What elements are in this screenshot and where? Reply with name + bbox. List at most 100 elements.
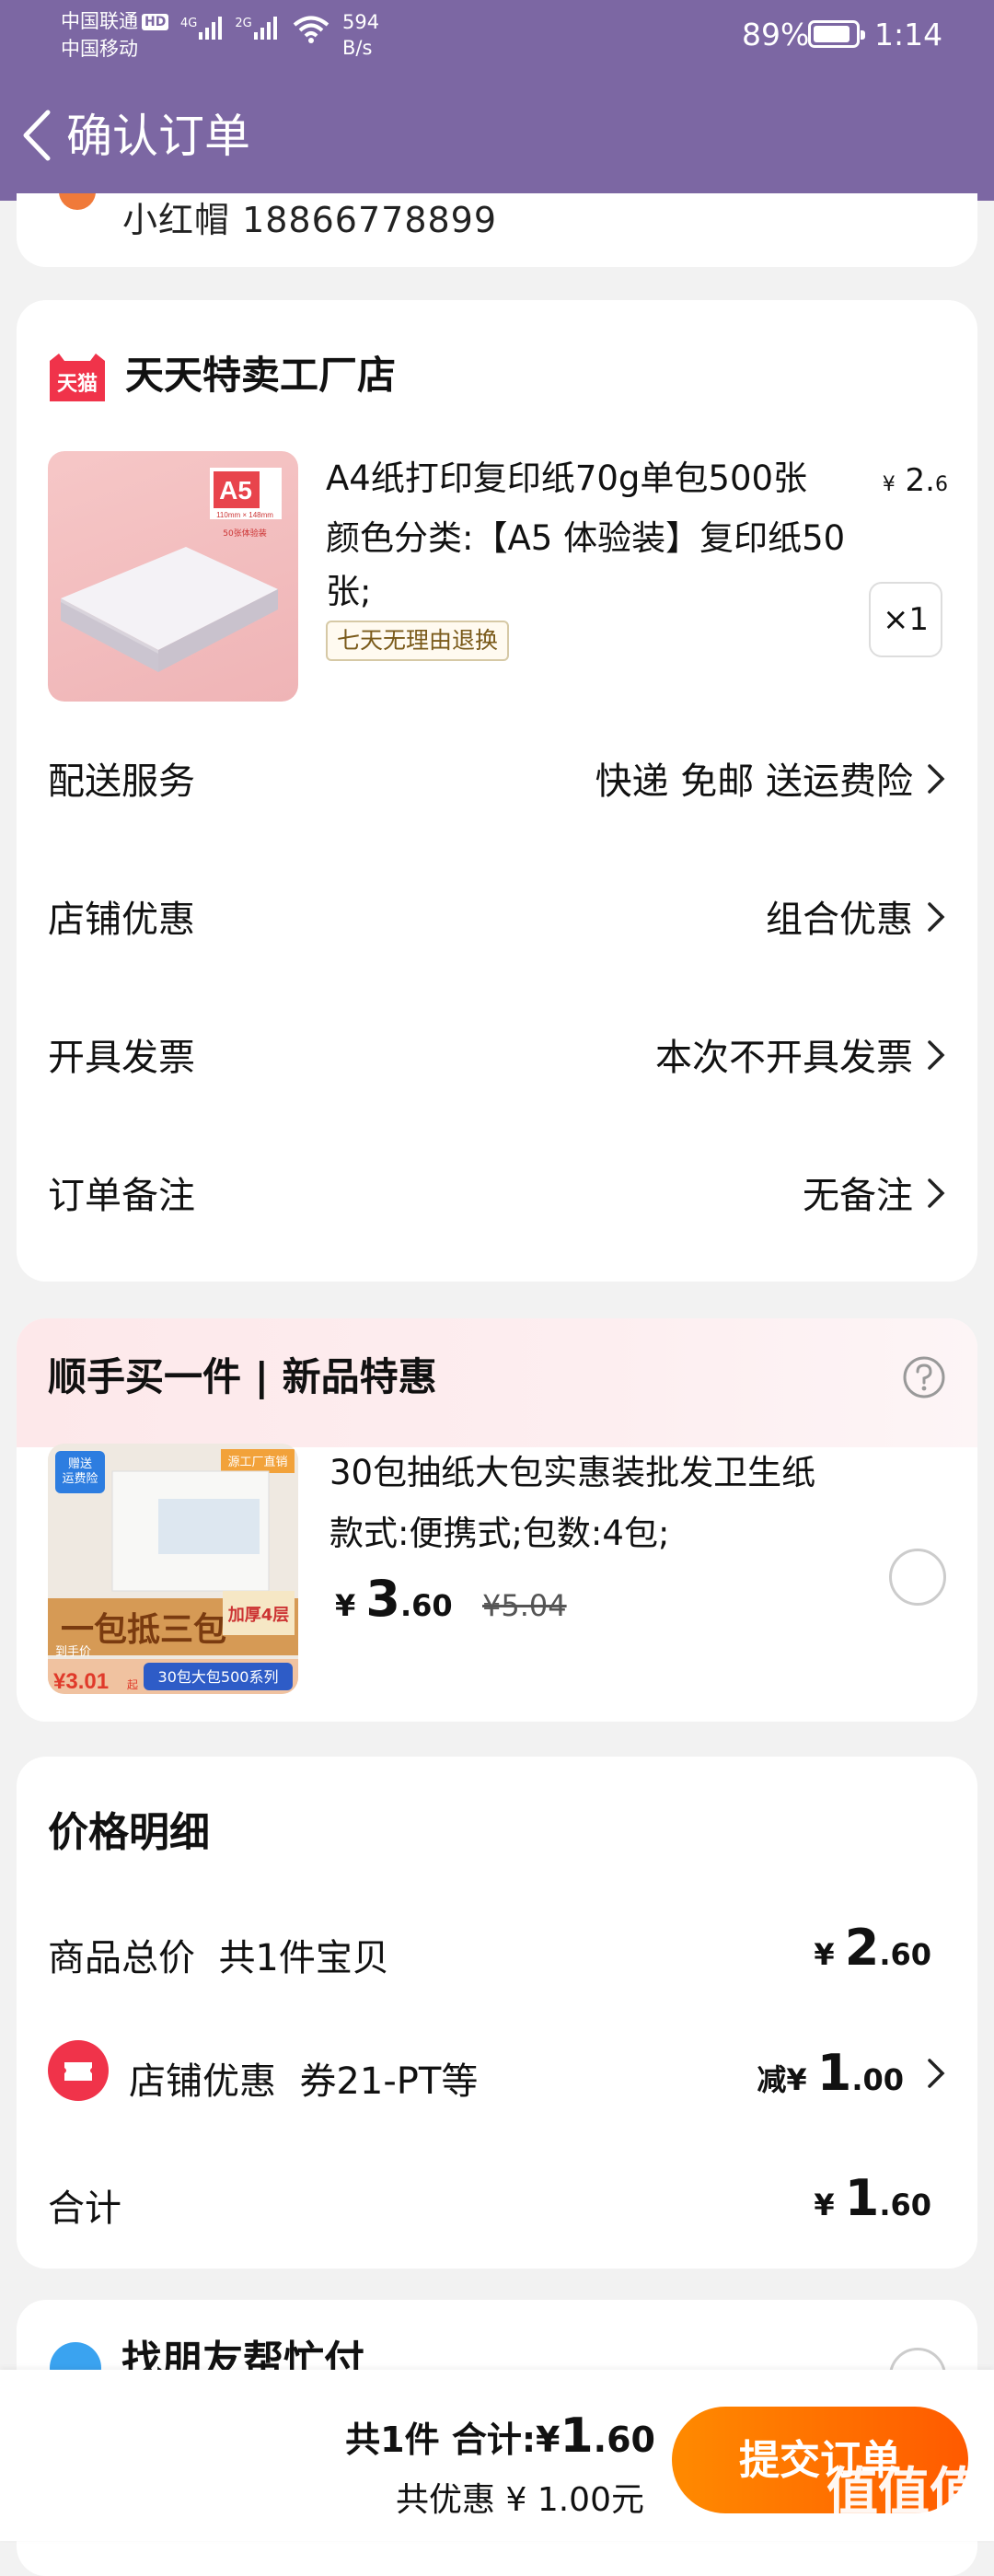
row-label: 订单备注 [48, 1175, 195, 1217]
price-main: 1 [816, 2044, 852, 2102]
battery-fill [814, 26, 850, 42]
shop-discount-label: 店铺优惠 [129, 2060, 276, 2103]
carrier-2: 中国移动 [61, 38, 138, 60]
img-price-label: 到手价 [55, 1645, 91, 1659]
chevron-right-icon [928, 764, 945, 794]
shop-discount-value: 减¥ 1.00 [757, 2044, 904, 2102]
header: 确认订单 [0, 74, 994, 201]
price-frac: .60 [399, 1588, 453, 1623]
price-symbol: ¥ [335, 1588, 356, 1623]
total-value: ¥ 1.60 [814, 2169, 931, 2227]
upsell-product-image[interactable]: 赠送运费险 源工厂直销 一包抵三包 加厚4层 到手价 ¥3.01 起 30包大包… [48, 1444, 298, 1694]
carrier-1: 中国联通 [61, 10, 138, 32]
row-shop-discount[interactable]: 店铺优惠 组合优惠 [17, 849, 977, 987]
row-order-note[interactable]: 订单备注 无备注 [17, 1125, 977, 1263]
wifi-icon [293, 16, 329, 43]
product-image[interactable]: A5 110mm × 148mm 50张体验装 [48, 451, 298, 702]
tmall-logo-icon: 天猫 [50, 354, 105, 401]
hd-badge: HD [142, 14, 169, 30]
row-label: 店铺优惠 [48, 899, 195, 941]
row-invoice[interactable]: 开具发票 本次不开具发票 [17, 987, 977, 1125]
speed-unit: B/s [342, 37, 373, 59]
status-bar: 中国联通 HD 中国移动 4G 2G 594 B/s 89% 1:14 [0, 0, 994, 74]
currency-symbol: ¥ [786, 2062, 807, 2097]
goods-total-row: 商品总价 共1件宝贝 [48, 1928, 389, 1981]
network-speed: 594 B/s [342, 9, 379, 61]
battery-icon [808, 20, 865, 48]
quantity-stepper[interactable]: ×1 [869, 582, 942, 657]
img-price: ¥3.01 [53, 1669, 109, 1694]
product-image-badge: A5 [219, 476, 252, 505]
upsell-product-title[interactable]: 30包抽纸大包实惠装批发卫生纸 [329, 1447, 815, 1499]
product-image-sub2: 50张体验装 [223, 528, 266, 539]
price-main: 1 [560, 2408, 594, 2464]
img-price-unit: 起 [127, 1678, 138, 1691]
bottom-bar: 共1件 合计:¥1.60 共优惠 ¥ 1.00元 提交订单 值值值 zhizhi… [0, 2370, 994, 2545]
img-big-text: 一包抵三包 [61, 1611, 226, 1649]
price-detail-title: 价格明细 [48, 1809, 210, 1856]
page-title: 确认订单 [66, 110, 250, 163]
price-frac: 6 [935, 473, 948, 496]
price-main: 2 [844, 1919, 880, 1977]
upsell-price: ¥ 3.60 [335, 1565, 453, 1640]
chevron-right-icon [928, 1178, 945, 1208]
total-label: 合计 [48, 2187, 121, 2230]
price-main: 3 [365, 1570, 400, 1628]
watermark: 值值值 zhizhizhi.com [826, 2463, 981, 2545]
net-type-2: 2G [235, 17, 252, 30]
location-icon [59, 193, 96, 210]
goods-count: 共1件宝贝 [218, 1937, 389, 1979]
chevron-right-icon [928, 1040, 945, 1070]
row-value: 无备注 [803, 1175, 913, 1217]
product-sku[interactable]: 颜色分类:【A5 体验装】复印纸50张; [326, 512, 878, 619]
signal-bars-icon [253, 17, 277, 40]
tmall-logo-text: 天猫 [57, 373, 98, 396]
net-type-1: 4G [180, 17, 198, 30]
watermark-url: zhizhizhi.com [835, 2521, 973, 2544]
chevron-right-icon[interactable] [926, 2057, 946, 2090]
carrier-info: 中国联通 HD 中国移动 [61, 7, 169, 63]
upsell-product-sku: 款式:便携式;包数:4包; [329, 1514, 670, 1553]
signal-icons: 4G 2G [180, 17, 277, 40]
img-series: 30包大包500系列 [158, 1668, 279, 1686]
coupon-icon [48, 2040, 109, 2101]
price-main: 1 [844, 2169, 880, 2227]
shop-discount-row[interactable]: 店铺优惠 券21-PT等 [129, 2051, 478, 2105]
back-arrow-icon[interactable] [17, 105, 57, 166]
row-value: 本次不开具发票 [655, 1037, 913, 1079]
return-policy-tag: 七天无理由退换 [326, 621, 510, 661]
row-label: 开具发票 [48, 1037, 195, 1079]
upsell-original-price: ¥5.04 [482, 1588, 567, 1623]
row-value: 组合优惠 [766, 899, 913, 941]
battery-percent: 89% [742, 17, 810, 52]
img-right-text: 加厚4层 [227, 1606, 290, 1625]
product-price: ¥ 2.6 [883, 462, 948, 499]
price-detail-card: 价格明细 商品总价 共1件宝贝 ¥ 2.60 店铺优惠 券21-PT等 减¥ 1… [17, 1757, 977, 2269]
shop-discount-coupon: 券21-PT等 [299, 2060, 479, 2103]
currency-symbol: ¥ [814, 2187, 835, 2222]
upsell-select-radio[interactable] [889, 1549, 946, 1606]
discount-prefix: 减 [757, 2062, 787, 2097]
signal-bars-icon [199, 17, 223, 40]
count-label: 共1件 合计: [345, 2419, 537, 2460]
price-frac: .00 [851, 2062, 904, 2097]
upsell-title: 顺手买一件 | 新品特惠 [48, 1354, 437, 1399]
price-frac: .60 [879, 1937, 931, 1972]
chevron-right-icon [928, 902, 945, 932]
watermark-logo: 值值值 [826, 2463, 981, 2523]
goods-total-label: 商品总价 [48, 1937, 195, 1979]
product-title[interactable]: A4纸打印复印纸70g单包500张 [326, 455, 896, 503]
shop-order-card: 天猫 天天特卖工厂店 A5 110mm × 148mm 50张体验装 A4纸打印… [17, 300, 977, 1282]
help-icon[interactable] [902, 1355, 946, 1399]
bottom-discount: 共优惠 ¥ 1.00元 [396, 2481, 644, 2519]
shop-name[interactable]: 天天特卖工厂店 [125, 348, 396, 403]
goods-total-value: ¥ 2.60 [814, 1919, 931, 1977]
price-main: 2. [905, 462, 935, 499]
address-card[interactable]: 小红帽 18866778899 [17, 193, 977, 267]
currency-symbol: ¥ [814, 1937, 835, 1972]
row-value: 快递 免邮 送运费险 [595, 760, 913, 803]
bottom-total: 共1件 合计:¥1.60 [345, 2408, 655, 2464]
row-delivery[interactable]: 配送服务 快递 免邮 送运费险 [17, 711, 977, 849]
currency-symbol: ¥ [536, 2419, 561, 2460]
clock: 1:14 [874, 17, 943, 52]
